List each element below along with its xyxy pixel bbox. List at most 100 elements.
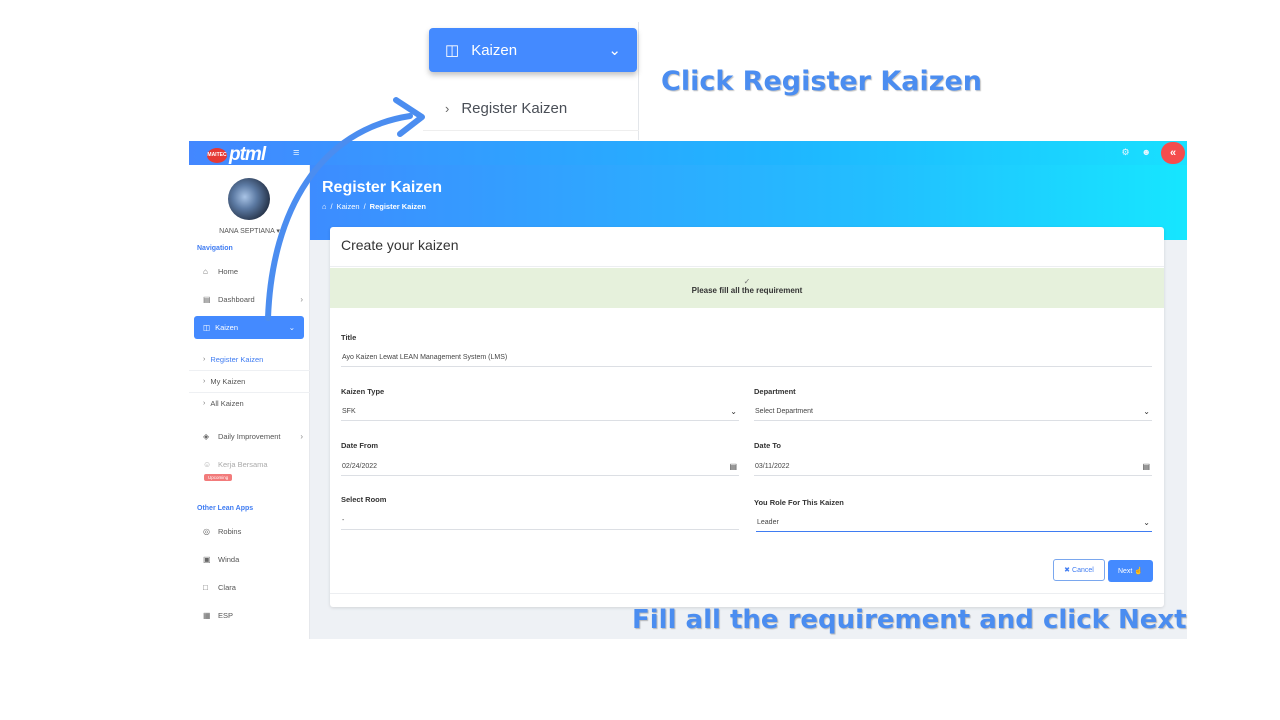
zoom-register-kaizen-item[interactable]: › Register Kaizen bbox=[445, 100, 567, 117]
sidebar-item-clara[interactable]: □ Clara bbox=[203, 583, 303, 592]
avatar[interactable] bbox=[228, 178, 270, 220]
users-icon: ☺ bbox=[203, 460, 212, 469]
home-icon[interactable]: ⌂ bbox=[322, 202, 327, 211]
department-value: Select Department bbox=[755, 407, 813, 415]
sidebar-subitem-register-kaizen[interactable]: › Register Kaizen bbox=[203, 355, 263, 364]
nav-heading: Navigation bbox=[197, 245, 233, 252]
sidebar-item-dashboard[interactable]: ▤ Dashboard › bbox=[203, 295, 303, 304]
sidebar-item-kerja-bersama: ☺ Kerja Bersama bbox=[203, 460, 303, 469]
page-title: Register Kaizen bbox=[322, 179, 443, 196]
settings-icon[interactable]: ⚙ bbox=[1121, 147, 1129, 158]
chevron-down-icon: ⌄ bbox=[1143, 517, 1150, 527]
role-value: Leader bbox=[757, 518, 779, 526]
message-icon: □ bbox=[203, 583, 208, 592]
top-bar: MAITEC ptml ≡ ⚙ ☻ « bbox=[189, 141, 1187, 165]
department-select[interactable]: Select Department ⌄ bbox=[754, 402, 1152, 421]
breadcrumb-current: Register Kaizen bbox=[369, 202, 426, 211]
date-from-input[interactable]: 02/24/2022 ▤ bbox=[341, 457, 739, 476]
role-label: You Role For This Kaizen bbox=[754, 498, 844, 507]
collapse-button[interactable]: « bbox=[1161, 142, 1185, 164]
sidebar-item-label: Home bbox=[218, 267, 239, 276]
trash-icon: ▣ bbox=[203, 555, 211, 564]
kaizen-type-select[interactable]: SFK ⌄ bbox=[341, 402, 739, 421]
date-from-value: 02/24/2022 bbox=[342, 462, 378, 470]
date-to-value: 03/11/2022 bbox=[755, 462, 790, 470]
hand-cursor-icon: ☝ bbox=[1134, 568, 1144, 575]
upcoming-badge: Upcoming bbox=[204, 474, 233, 481]
cancel-button[interactable]: ✖ Cancel bbox=[1053, 559, 1105, 581]
top-icons: ⚙ ☻ bbox=[1121, 147, 1151, 158]
sidebar-item-winda[interactable]: ▣ Winda bbox=[203, 555, 303, 564]
calendar-icon[interactable]: ▤ bbox=[729, 462, 739, 471]
callout-fill-requirements: Fill all the requirement and click Next bbox=[632, 605, 1187, 635]
next-label: Next bbox=[1117, 567, 1133, 575]
username[interactable]: NANA SEPTIANA ▾ bbox=[189, 227, 310, 235]
sidebar-item-label: Robins bbox=[218, 527, 242, 536]
other-apps-heading: Other Lean Apps bbox=[197, 505, 254, 512]
zoom-kaizen-menu[interactable]: ◫ Kaizen ⌄ bbox=[429, 28, 637, 72]
chevron-right-icon: › bbox=[300, 295, 303, 304]
sidebar-subitem-my-kaizen[interactable]: › My Kaizen bbox=[203, 377, 245, 386]
subitem-label: All Kaizen bbox=[210, 399, 244, 408]
info-alert: ✓ Please fill all the requirement bbox=[330, 268, 1164, 308]
divider bbox=[330, 266, 1164, 267]
layout-icon: ◫ bbox=[203, 323, 211, 332]
divider bbox=[189, 370, 310, 371]
sidebar-item-label: Dashboard bbox=[218, 295, 255, 304]
room-input[interactable]: - bbox=[341, 511, 739, 530]
logo: MAITEC ptml bbox=[207, 144, 266, 166]
user-icon[interactable]: ☻ bbox=[1142, 147, 1151, 158]
sidebar-item-label: Daily Improvement bbox=[218, 432, 281, 441]
chevron-right-icon: › bbox=[203, 378, 206, 385]
chevron-down-icon: ⌄ bbox=[608, 42, 621, 59]
check-circle-icon: ✓ bbox=[743, 277, 751, 286]
date-from-label: Date From bbox=[341, 441, 379, 450]
chevron-down-icon: ⌄ bbox=[730, 406, 737, 416]
breadcrumb: ⌂ / Kaizen / Register Kaizen bbox=[322, 202, 426, 211]
kaizen-type-label: Kaizen Type bbox=[341, 387, 385, 396]
chevron-right-icon: › bbox=[203, 356, 206, 363]
form-card: Create your kaizen ✓ Please fill all the… bbox=[330, 227, 1164, 607]
sidebar-subitem-all-kaizen[interactable]: › All Kaizen bbox=[203, 399, 244, 408]
divider bbox=[423, 130, 639, 131]
bar-chart-icon: ▤ bbox=[203, 295, 211, 304]
title-input[interactable]: Ayo Kaizen Lewat LEAN Management System … bbox=[341, 348, 1152, 367]
chevron-right-icon: › bbox=[203, 400, 206, 407]
sidebar-item-robins[interactable]: ◎ Robins bbox=[203, 527, 303, 536]
cancel-label: Cancel bbox=[1072, 566, 1094, 574]
chevron-right-icon: › bbox=[445, 101, 450, 116]
date-to-input[interactable]: 03/11/2022 ▤ bbox=[754, 457, 1152, 476]
sidebar-item-home[interactable]: ⌂ Home bbox=[203, 267, 303, 276]
room-value: - bbox=[342, 516, 345, 524]
calendar-icon[interactable]: ▤ bbox=[1142, 462, 1152, 471]
title-value: Ayo Kaizen Lewat LEAN Management System … bbox=[342, 353, 508, 361]
globe-icon: ◎ bbox=[203, 527, 210, 536]
layers-icon: ◈ bbox=[203, 432, 210, 441]
sidebar-item-esp[interactable]: ▦ ESP bbox=[203, 611, 303, 620]
chevron-down-icon: ⌄ bbox=[288, 323, 295, 332]
alert-message: Please fill all the requirement bbox=[691, 286, 803, 295]
zoom-kaizen-label: Kaizen bbox=[471, 41, 518, 59]
cancel-circle-icon: ✖ bbox=[1064, 567, 1071, 574]
breadcrumb-separator: / bbox=[330, 202, 333, 211]
layout-icon: ◫ bbox=[445, 42, 460, 59]
room-label: Select Room bbox=[341, 495, 387, 504]
sidebar-item-daily-improvement[interactable]: ◈ Daily Improvement › bbox=[203, 432, 303, 441]
sidebar-item-label: Winda bbox=[218, 555, 240, 564]
divider bbox=[330, 593, 1164, 594]
next-button[interactable]: Next ☝ bbox=[1108, 560, 1153, 582]
breadcrumb-separator: / bbox=[363, 202, 366, 211]
chevron-right-icon: › bbox=[300, 432, 303, 441]
grid-icon: ▦ bbox=[203, 611, 211, 620]
logo-badge: MAITEC bbox=[207, 147, 227, 163]
sidebar-item-label: Kerja Bersama bbox=[218, 460, 268, 469]
date-to-label: Date To bbox=[754, 441, 781, 450]
subitem-label: My Kaizen bbox=[210, 377, 246, 386]
divider bbox=[189, 392, 310, 393]
role-select[interactable]: Leader ⌄ bbox=[756, 513, 1152, 532]
menu-toggle-icon[interactable]: ≡ bbox=[293, 147, 299, 159]
breadcrumb-item[interactable]: Kaizen bbox=[337, 202, 360, 211]
sidebar-item-label: ESP bbox=[218, 611, 234, 620]
logo-word: ptml bbox=[229, 144, 266, 165]
sidebar-item-kaizen[interactable]: ◫ Kaizen ⌄ bbox=[194, 316, 304, 339]
